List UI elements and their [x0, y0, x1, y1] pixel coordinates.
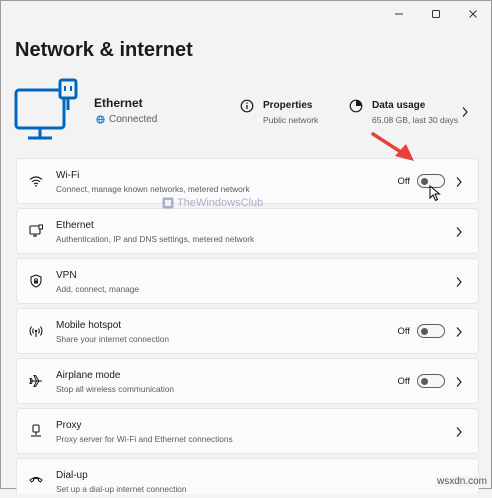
chevron-right-icon	[456, 177, 462, 187]
setting-title: Proxy	[56, 420, 82, 431]
toggle-state-label: Off	[397, 376, 411, 387]
close-icon	[468, 10, 477, 18]
setting-subtitle: Connect, manage known networks, metered …	[56, 184, 250, 194]
data-usage-title: Data usage	[372, 100, 426, 111]
minimize-icon	[394, 13, 403, 15]
window-caption-buttons	[380, 1, 491, 27]
setting-row-mobile-hotspot[interactable]: Mobile hotspot Share your internet conne…	[16, 308, 479, 354]
settings-list: Wi-Fi Connect, manage known networks, me…	[16, 158, 479, 498]
mouse-pointer-icon	[429, 185, 441, 202]
toggle-state-label: Off	[397, 176, 411, 187]
toggle-state-label: Off	[397, 326, 411, 337]
data-usage-link[interactable]: Data usage 65.08 GB, last 30 days	[349, 99, 458, 125]
setting-subtitle: Set up a dial-up internet connection	[56, 484, 187, 494]
toggle-knob	[421, 377, 428, 385]
site-label: wsxdn.com	[434, 476, 489, 487]
ethernet-computer-icon	[14, 78, 78, 140]
properties-link[interactable]: Properties Public network	[240, 99, 318, 125]
page-title: Network & internet	[15, 39, 193, 61]
settings-window: Network & internet Ethernet Connected Pr…	[0, 0, 492, 494]
properties-title: Properties	[263, 100, 313, 111]
setting-title: Dial-up	[56, 470, 88, 481]
chevron-right-icon	[456, 377, 462, 387]
mobile-hotspot-icon	[29, 326, 43, 337]
watermark-text: TheWindowsClub	[177, 197, 264, 209]
wifi-icon	[29, 176, 43, 187]
data-usage-pie-icon	[349, 99, 363, 113]
connection-status-label: Connected	[109, 114, 158, 125]
airplane-icon	[29, 375, 42, 387]
ethernet-icon	[29, 224, 43, 237]
setting-title: Wi-Fi	[56, 170, 80, 181]
info-icon	[240, 99, 254, 113]
vpn-shield-icon	[30, 274, 42, 288]
setting-subtitle: Add, connect, manage	[56, 284, 140, 294]
chevron-right-icon[interactable]	[461, 106, 469, 118]
setting-title: Ethernet	[56, 220, 94, 231]
setting-row-airplane-mode[interactable]: Airplane mode Stop all wireless communic…	[16, 358, 479, 404]
setting-title: Mobile hotspot	[56, 320, 122, 331]
watermark: TheWindowsClub	[162, 197, 263, 209]
maximize-icon	[431, 10, 440, 18]
setting-title: Airplane mode	[56, 370, 121, 381]
red-arrow-annotation-icon	[371, 132, 414, 161]
chevron-right-icon	[456, 427, 462, 437]
airplane-mode-toggle[interactable]	[417, 374, 445, 388]
toggle-knob	[421, 177, 428, 185]
connection-name: Ethernet	[94, 96, 143, 110]
dial-up-icon	[29, 477, 43, 483]
setting-subtitle: Stop all wireless communication	[56, 384, 175, 394]
setting-subtitle: Share your internet connection	[56, 334, 170, 344]
mobile-hotspot-toggle[interactable]	[417, 324, 445, 338]
chevron-right-icon	[456, 327, 462, 337]
connection-hero: Ethernet Connected Properties Public net…	[1, 71, 492, 151]
minimize-button[interactable]	[380, 1, 417, 27]
setting-title: VPN	[56, 270, 77, 281]
chevron-right-icon	[456, 227, 462, 237]
properties-subtitle: Public network	[263, 115, 319, 125]
setting-row-vpn[interactable]: VPN Add, connect, manage	[16, 258, 479, 304]
close-button[interactable]	[454, 1, 491, 27]
maximize-button[interactable]	[417, 1, 454, 27]
setting-row-ethernet[interactable]: Ethernet Authentication, IP and DNS sett…	[16, 208, 479, 254]
toggle-knob	[421, 327, 428, 335]
setting-row-proxy[interactable]: Proxy Proxy server for Wi-Fi and Etherne…	[16, 408, 479, 454]
setting-subtitle: Authentication, IP and DNS settings, met…	[56, 234, 255, 244]
setting-subtitle: Proxy server for Wi-Fi and Ethernet conn…	[56, 434, 233, 444]
globe-icon	[96, 115, 105, 124]
windows-club-logo-icon	[162, 197, 174, 209]
proxy-icon	[31, 424, 41, 437]
connection-status: Connected	[96, 114, 157, 125]
chevron-right-icon	[456, 277, 462, 287]
data-usage-subtitle: 65.08 GB, last 30 days	[372, 115, 458, 125]
